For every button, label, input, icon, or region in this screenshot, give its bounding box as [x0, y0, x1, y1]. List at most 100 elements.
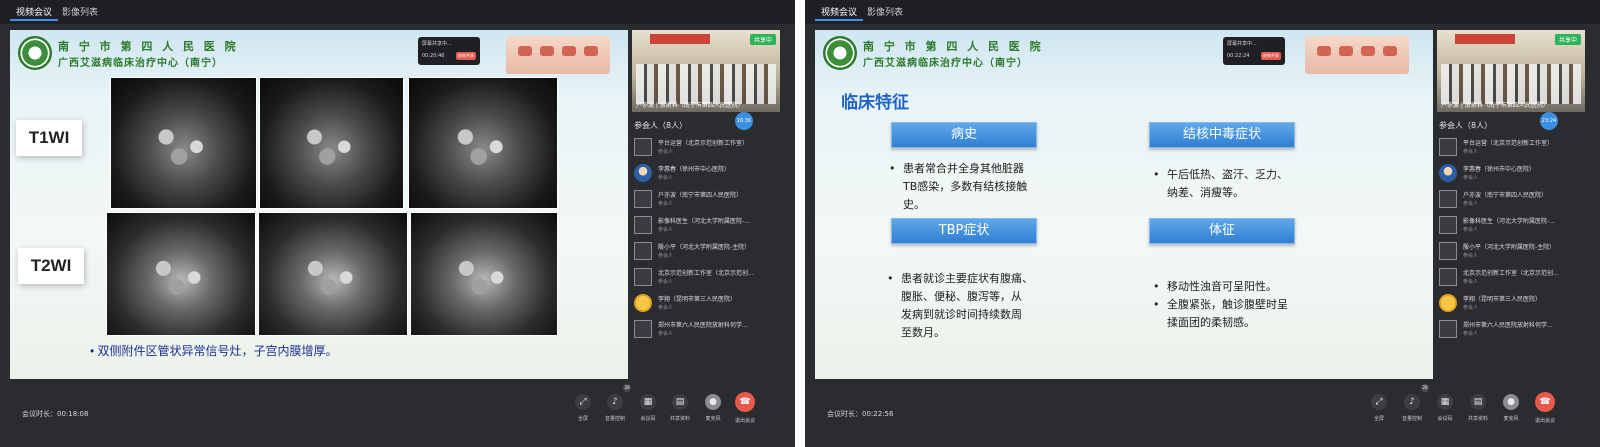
bullet-line: 史。: [903, 198, 925, 211]
calligraphy-decoration: [506, 36, 610, 74]
participant-item[interactable]: 殷小平（河北大学附属医院-主院） 参会人: [634, 240, 789, 266]
participant-name: 郑州市第六人民医院放射科何学...: [1463, 322, 1553, 329]
participant-role: 参会人: [658, 149, 674, 155]
share-popup-time: 00:22:24: [1227, 53, 1250, 59]
microphone-button[interactable]: ● 麦克风: [1497, 394, 1525, 422]
hospital-name: 南 宁 市 第 四 人 民 医 院: [58, 40, 239, 53]
bullet-line: 午后低热、盗汗、乏力、: [1153, 166, 1288, 184]
avatar: [1439, 268, 1457, 286]
stop-share-button[interactable]: 结束共享: [1261, 52, 1281, 60]
participant-item[interactable]: 李翔（昆明市第三人民医院） 参会人: [634, 292, 789, 318]
avatar: [634, 190, 652, 208]
participant-item[interactable]: 户亦波（南宁市第四人民医院） 参会人: [1439, 188, 1594, 214]
stop-share-button[interactable]: 结束共享: [456, 52, 476, 60]
meeting-code-button[interactable]: ▦ 会议码: [634, 394, 662, 422]
t2wi-label: T2WI: [18, 248, 84, 284]
tab-image-list[interactable]: 影像列表: [861, 5, 909, 21]
participant-item[interactable]: 平台运营（北京示范创新工作室） 参会人: [634, 136, 789, 162]
share-popup-title: 屏幕共享中...: [1227, 41, 1257, 47]
meeting-window-right: 视频会议 影像列表 南 宁 市 第 四 人 民 医 院 广西艾滋病临床治疗中心（…: [805, 0, 1600, 447]
tab-bar: 视频会议 影像列表: [0, 0, 795, 24]
speaker-icon: ♪: [607, 394, 623, 410]
fullscreen-button[interactable]: ⤢ 全屏: [569, 394, 597, 422]
camera-name: 户亦波 | 放射科（南宁市第四人民医院）: [636, 102, 744, 109]
participant-role: 参会人: [1463, 331, 1479, 337]
document-icon: ▤: [1470, 394, 1486, 410]
mri-t2-image-2: [258, 212, 408, 336]
slide-caption: • 双侧附件区管状异常信号灶，子宫内膜增厚。: [90, 344, 338, 358]
tab-video-meeting[interactable]: 视频会议: [815, 5, 864, 21]
camera-feed: 共享中 户亦波 | 放射科（南宁市第四人民医院）: [632, 30, 780, 112]
tab-image-list[interactable]: 影像列表: [56, 5, 104, 21]
avatar: [1439, 190, 1457, 208]
leave-meeting-button[interactable]: ☎ 退出会议: [1531, 392, 1559, 424]
participant-item[interactable]: 殷小平（河北大学附属医院-主院） 参会人: [1439, 240, 1594, 266]
participant-list: 参会人（8人） 平台运营（北京示范创新工作室） 参会人 李惠春（徐州市中心医院） 参…: [632, 118, 790, 348]
hospital-logo: [823, 36, 857, 70]
participant-name: 北京示范创新工作室（北京示范创...: [658, 270, 754, 277]
hang-up-icon: ☎: [735, 392, 755, 412]
participant-role: 参会人: [658, 279, 674, 285]
avatar: [1439, 242, 1457, 260]
share-files-button[interactable]: ▤ 共享资料: [1464, 394, 1492, 422]
participant-role: 参会人: [658, 305, 674, 311]
bullet-line: 揉面团的柔韧感。: [1167, 316, 1255, 329]
participant-role: 参会人: [658, 331, 674, 337]
participant-name: 李惠春（徐州市中心医院）: [1463, 166, 1536, 173]
microphone-icon: ●: [705, 394, 721, 410]
bullet-line: 全腹紧张，触诊腹壁时呈: [1153, 296, 1288, 314]
share-popup: 屏幕共享中... 00:20:46 结束共享: [418, 37, 480, 65]
share-popup-title: 屏幕共享中...: [422, 41, 452, 47]
avatar: [634, 138, 652, 156]
participant-name: 户亦波（南宁市第四人民医院）: [658, 192, 743, 199]
bullet-line: 患者常合并全身其他脏器: [889, 160, 1027, 178]
participant-item[interactable]: 影像科医生（河北大学附属医院-... 参会人: [1439, 214, 1594, 240]
participant-name: 殷小平（河北大学附属医院-主院）: [658, 244, 751, 251]
camera-banner: [1455, 34, 1515, 44]
meeting-duration: 会议时长：00:22:56: [827, 410, 894, 418]
participant-list: 参会人（8人） 平台运营（北京示范创新工作室） 参会人 李惠春（徐州市中心医院） 参…: [1437, 118, 1595, 348]
tab-video-meeting[interactable]: 视频会议: [10, 5, 59, 21]
calligraphy-decoration: [1305, 36, 1409, 74]
mri-t1-image-2: [259, 77, 404, 209]
hospital-center-name: 广西艾滋病临床治疗中心（南宁）: [58, 58, 223, 69]
participant-role: 参会人: [1463, 175, 1479, 181]
participant-item[interactable]: 影像科医生（河北大学附属医院-... 参会人: [634, 214, 789, 240]
participant-role: 参会人: [658, 175, 674, 181]
share-files-button[interactable]: ▤ 共享资料: [666, 394, 694, 422]
participant-item[interactable]: 郑州市第六人民医院放射科何学... 参会人: [1439, 318, 1594, 344]
participant-item[interactable]: 李惠春（徐州市中心医院） 参会人: [634, 162, 789, 188]
fullscreen-button[interactable]: ⤢ 全屏: [1365, 394, 1393, 422]
toxic-symptoms-bullets: 午后低热、盗汗、乏力、 纳差、消瘦等。: [1153, 166, 1288, 202]
participant-name: 影像科医生（河北大学附属医院-...: [1463, 218, 1555, 225]
speaker-icon: ♪: [1404, 394, 1420, 410]
avatar: [634, 294, 652, 312]
leave-meeting-button[interactable]: ☎ 退出会议: [731, 392, 759, 424]
history-heading: 病史: [891, 122, 1037, 148]
participant-item[interactable]: 北京示范创新工作室（北京示范创... 参会人: [1439, 266, 1594, 292]
mri-t2-image-3: [410, 212, 558, 336]
sharing-badge: 共享中: [749, 34, 776, 45]
participant-name: 户亦波（南宁市第四人民医院）: [1463, 192, 1548, 199]
participant-item[interactable]: 北京示范创新工作室（北京示范创... 参会人: [634, 266, 789, 292]
participant-item[interactable]: 李翔（昆明市第三人民医院） 参会人: [1439, 292, 1594, 318]
participant-item[interactable]: 户亦波（南宁市第四人民医院） 参会人: [634, 188, 789, 214]
meeting-code-button[interactable]: ▦ 会议码: [1431, 394, 1459, 422]
participant-item[interactable]: 郑州市第六人民医院放射科何学... 参会人: [634, 318, 789, 344]
volume-button[interactable]: ♪ 音量控制: [1398, 394, 1426, 422]
participant-item[interactable]: 平台运营（北京示范创新工作室） 参会人: [1439, 136, 1594, 162]
volume-button[interactable]: ♪ 音量控制: [601, 394, 629, 422]
avatar: [1439, 138, 1457, 156]
participant-name: 郑州市第六人民医院放射科何学...: [658, 322, 748, 329]
bullet-line: 至数月。: [901, 326, 945, 339]
avatar: [1439, 164, 1457, 182]
avatar: [634, 320, 652, 338]
camera-name: 户亦波 | 放射科（南宁市第四人民医院）: [1441, 102, 1549, 109]
tab-bar: 视频会议 影像列表: [805, 0, 1600, 24]
microphone-button[interactable]: ● 麦克风: [699, 394, 727, 422]
bullet-line: 纳差、消瘦等。: [1167, 186, 1244, 199]
meeting-window-left: 视频会议 影像列表 南 宁 市 第 四 人 民 医 院 广西艾滋病临床治疗中心（…: [0, 0, 795, 447]
participant-item[interactable]: 李惠春（徐州市中心医院） 参会人: [1439, 162, 1594, 188]
participant-role: 参会人: [1463, 149, 1479, 155]
volume-badge: 20: [623, 384, 631, 392]
